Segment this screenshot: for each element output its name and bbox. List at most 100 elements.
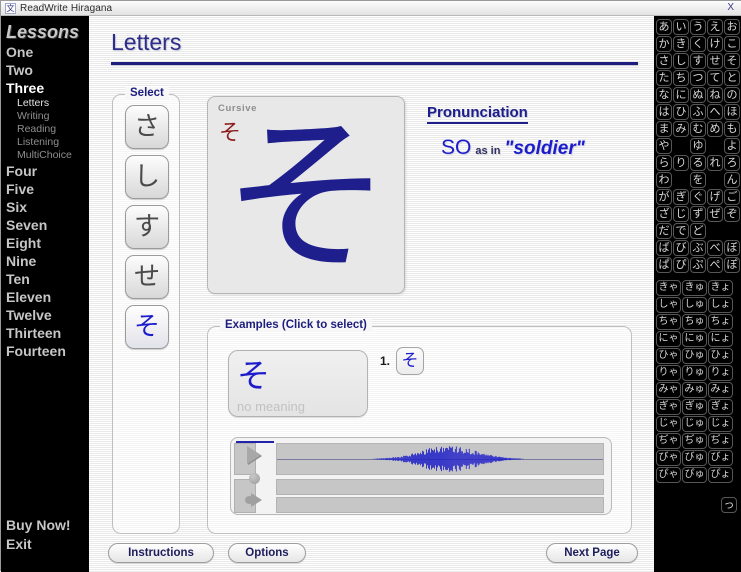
- chart-cell-sokuon[interactable]: っ: [721, 497, 737, 513]
- sidebar-lesson-seven[interactable]: Seven: [1, 216, 89, 234]
- chart-cell[interactable]: む: [690, 121, 706, 137]
- sidebar-lesson-one[interactable]: One: [1, 43, 89, 61]
- chart-cell[interactable]: び: [673, 240, 689, 256]
- chart-cell[interactable]: ぢゅ: [682, 433, 707, 449]
- chart-cell[interactable]: せ: [707, 53, 723, 69]
- chart-cell[interactable]: す: [690, 53, 706, 69]
- chart-cell[interactable]: ば: [656, 240, 672, 256]
- chart-cell[interactable]: ぜ: [707, 206, 723, 222]
- chart-cell[interactable]: ら: [656, 155, 672, 171]
- chart-cell[interactable]: ぎゅ: [682, 399, 707, 415]
- chart-cell[interactable]: し: [673, 53, 689, 69]
- chart-cell[interactable]: びゃ: [656, 450, 681, 466]
- chart-cell[interactable]: ぺ: [707, 257, 723, 273]
- kana-select-button-1[interactable]: し: [125, 155, 169, 199]
- chart-cell[interactable]: ぽ: [724, 257, 740, 273]
- chart-cell[interactable]: ふ: [690, 104, 706, 120]
- chart-cell[interactable]: ぴ: [673, 257, 689, 273]
- chart-cell[interactable]: りゃ: [656, 365, 681, 381]
- chart-cell[interactable]: つ: [690, 70, 706, 86]
- chart-cell[interactable]: ぱ: [656, 257, 672, 273]
- chart-cell[interactable]: ま: [656, 121, 672, 137]
- chart-cell[interactable]: も: [724, 121, 740, 137]
- sidebar-lesson-ten[interactable]: Ten: [1, 270, 89, 288]
- sidebar-sublesson-multichoice[interactable]: MultiChoice: [1, 149, 89, 162]
- chart-cell[interactable]: きょ: [708, 280, 733, 296]
- chart-cell[interactable]: びゅ: [682, 450, 707, 466]
- sidebar-lesson-four[interactable]: Four: [1, 162, 89, 180]
- chart-cell[interactable]: にゅ: [682, 331, 707, 347]
- chart-cell[interactable]: ひょ: [708, 348, 733, 364]
- chart-cell[interactable]: え: [707, 19, 723, 35]
- chart-cell[interactable]: わ: [656, 172, 672, 188]
- chart-cell[interactable]: り: [673, 155, 689, 171]
- chart-cell[interactable]: ぬ: [690, 87, 706, 103]
- close-icon[interactable]: X: [727, 2, 734, 13]
- chart-cell[interactable]: ね: [707, 87, 723, 103]
- example-item-chip[interactable]: そ: [396, 347, 424, 375]
- kana-select-button-4[interactable]: そ: [125, 305, 169, 349]
- chart-cell[interactable]: げ: [707, 189, 723, 205]
- chart-cell[interactable]: か: [656, 36, 672, 52]
- chart-cell[interactable]: こ: [724, 36, 740, 52]
- chart-cell[interactable]: う: [690, 19, 706, 35]
- chart-cell[interactable]: み: [673, 121, 689, 137]
- chart-cell[interactable]: ざ: [656, 206, 672, 222]
- chart-cell[interactable]: ぴゃ: [656, 467, 681, 483]
- chart-cell[interactable]: い: [673, 19, 689, 35]
- chart-cell[interactable]: きゅ: [682, 280, 707, 296]
- sidebar-lesson-five[interactable]: Five: [1, 180, 89, 198]
- sidebar-lesson-twelve[interactable]: Twelve: [1, 306, 89, 324]
- sidebar-buy-now-link[interactable]: Buy Now!: [1, 516, 89, 535]
- chart-cell[interactable]: ず: [690, 206, 706, 222]
- options-button[interactable]: Options: [228, 543, 306, 563]
- chart-cell[interactable]: ご: [724, 189, 740, 205]
- chart-cell[interactable]: ぞ: [724, 206, 740, 222]
- chart-cell[interactable]: しゅ: [682, 297, 707, 313]
- chart-cell[interactable]: ん: [724, 172, 740, 188]
- chart-cell[interactable]: が: [656, 189, 672, 205]
- chart-cell[interactable]: そ: [724, 53, 740, 69]
- chart-cell[interactable]: ぼ: [724, 240, 740, 256]
- next-arrow-icon[interactable]: [244, 492, 264, 507]
- chart-cell[interactable]: て: [707, 70, 723, 86]
- chart-cell[interactable]: りょ: [708, 365, 733, 381]
- chart-cell[interactable]: きゃ: [656, 280, 681, 296]
- chart-cell[interactable]: にょ: [708, 331, 733, 347]
- chart-cell[interactable]: め: [707, 121, 723, 137]
- chart-cell[interactable]: しゃ: [656, 297, 681, 313]
- chart-cell[interactable]: な: [656, 87, 672, 103]
- audio-tertiary-track[interactable]: [276, 497, 604, 513]
- play-icon[interactable]: [247, 445, 261, 464]
- chart-cell[interactable]: じょ: [708, 416, 733, 432]
- sidebar-lesson-six[interactable]: Six: [1, 198, 89, 216]
- sidebar-sublesson-listening[interactable]: Listening: [1, 136, 89, 149]
- chart-cell[interactable]: びょ: [708, 450, 733, 466]
- chart-cell[interactable]: ひ: [673, 104, 689, 120]
- chart-cell[interactable]: ひゃ: [656, 348, 681, 364]
- chart-cell[interactable]: ど: [690, 223, 706, 239]
- chart-cell[interactable]: ぶ: [690, 240, 706, 256]
- next-page-button[interactable]: Next Page: [546, 543, 638, 563]
- sidebar-sublesson-letters[interactable]: Letters: [1, 97, 89, 110]
- chart-cell[interactable]: りゅ: [682, 365, 707, 381]
- sidebar-sublesson-writing[interactable]: Writing: [1, 110, 89, 123]
- chart-cell[interactable]: ぐ: [690, 189, 706, 205]
- chart-cell[interactable]: ひゅ: [682, 348, 707, 364]
- instructions-button[interactable]: Instructions: [108, 543, 214, 563]
- chart-cell[interactable]: や: [656, 138, 672, 154]
- audio-waveform-track[interactable]: [276, 443, 604, 475]
- chart-cell[interactable]: よ: [724, 138, 740, 154]
- chart-cell[interactable]: た: [656, 70, 672, 86]
- chart-cell[interactable]: お: [724, 19, 740, 35]
- chart-cell[interactable]: みょ: [708, 382, 733, 398]
- chart-cell[interactable]: べ: [707, 240, 723, 256]
- chart-cell[interactable]: ぎ: [673, 189, 689, 205]
- chart-cell[interactable]: みゃ: [656, 382, 681, 398]
- chart-cell[interactable]: ろ: [724, 155, 740, 171]
- chart-cell[interactable]: ぢょ: [708, 433, 733, 449]
- chart-cell[interactable]: ほ: [724, 104, 740, 120]
- chart-cell[interactable]: と: [724, 70, 740, 86]
- chart-cell[interactable]: に: [673, 87, 689, 103]
- sidebar-lesson-eleven[interactable]: Eleven: [1, 288, 89, 306]
